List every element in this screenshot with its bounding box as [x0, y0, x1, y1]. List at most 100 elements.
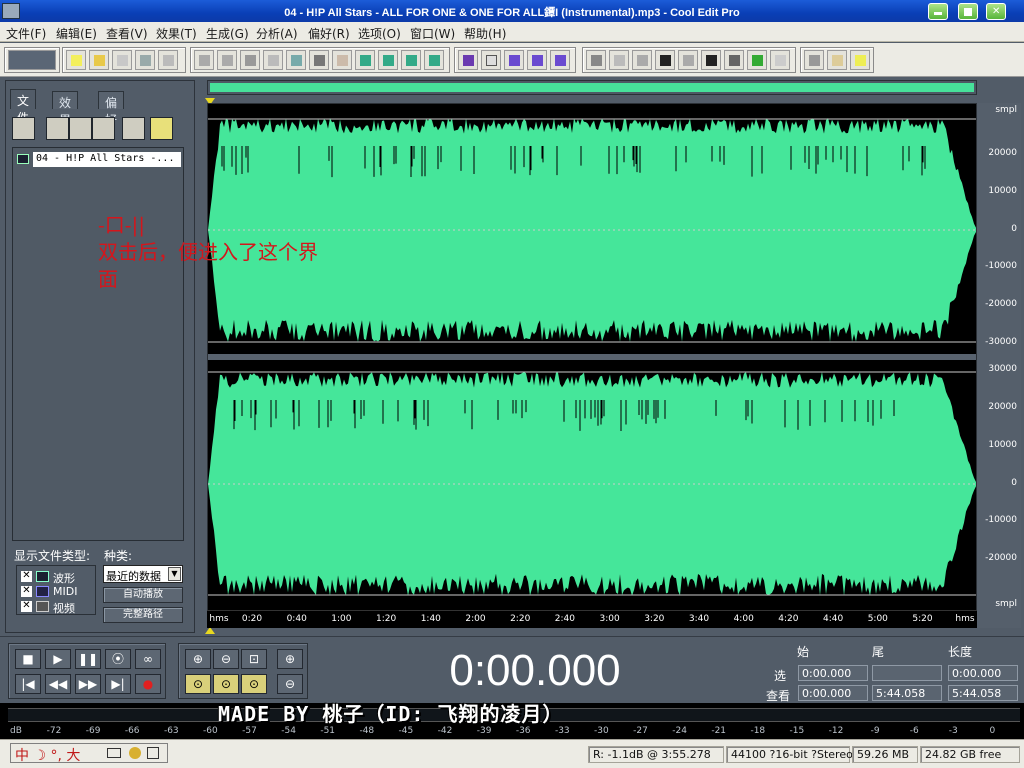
overview-bar[interactable] [207, 80, 977, 95]
menu-file[interactable]: 文件(F) [6, 25, 46, 42]
repeat-button[interactable] [240, 50, 260, 70]
minimize-button[interactable] [928, 3, 948, 20]
multitrack-toggle-button[interactable] [8, 50, 56, 70]
pause-button[interactable]: ❚❚ [75, 649, 101, 669]
go-to-end-button[interactable]: ▶| [105, 674, 131, 694]
auto-play-button[interactable]: 自动播放 [103, 587, 183, 603]
waveform-display[interactable] [207, 103, 977, 628]
zoom-out-vertical-icon[interactable]: ⊖ [277, 674, 303, 694]
zoom-in-icon[interactable]: ⊕ [185, 649, 211, 669]
menu-options[interactable]: 选项(O) [358, 25, 401, 42]
help-button[interactable] [850, 50, 870, 70]
menu-analyze[interactable]: 分析(A) [256, 25, 298, 42]
copy-button[interactable] [286, 50, 306, 70]
selection-button[interactable] [724, 50, 744, 70]
file-list[interactable]: 04 - H!P All Stars -... [12, 147, 184, 541]
keyboard-icon[interactable] [107, 748, 121, 758]
menu-view[interactable]: 查看(V) [106, 25, 148, 42]
list-item[interactable]: 04 - H!P All Stars -... [17, 152, 181, 167]
checkbox-icon[interactable]: ✕ [21, 586, 32, 597]
zoom-full-icon[interactable]: ⊡ [241, 649, 267, 669]
overview-range[interactable] [210, 83, 974, 92]
save-all-button[interactable] [158, 50, 178, 70]
menu-help[interactable]: 帮助(H) [464, 25, 506, 42]
chevron-down-icon[interactable]: ▼ [168, 567, 181, 581]
organizer-button[interactable] [586, 50, 606, 70]
selection-length-field[interactable]: 0:00.000 [948, 665, 1018, 681]
menu-effects[interactable]: 效果(T) [156, 25, 197, 42]
cut-button[interactable] [309, 50, 329, 70]
open-file-button[interactable] [89, 50, 109, 70]
time-ruler[interactable]: hms 0:20 0:40 1:00 1:20 1:40 2:00 2:20 2:40 3:00 3… [207, 610, 977, 628]
menu-favorites[interactable]: 偏好(R) [308, 25, 350, 42]
checkbox-icon[interactable]: ✕ [21, 571, 32, 582]
view-end-field[interactable]: 5:44.058 [872, 685, 942, 701]
envelope-button[interactable] [458, 50, 478, 70]
maximize-button[interactable] [958, 3, 978, 20]
menu-generate[interactable]: 生成(G) [206, 25, 249, 42]
spectral-2-button[interactable] [527, 50, 547, 70]
tab-effects[interactable]: 效果 [52, 91, 79, 127]
selection-end-field[interactable] [872, 665, 942, 681]
close-file-button[interactable] [112, 50, 132, 70]
menu-edit[interactable]: 编辑(E) [56, 25, 97, 42]
rewind-button[interactable]: ◀◀ [45, 674, 71, 694]
save-button[interactable] [135, 50, 155, 70]
ime-toolbar[interactable]: 中 ☽ °, 大 [10, 743, 168, 764]
settings-button[interactable] [804, 50, 824, 70]
find-button[interactable] [424, 50, 444, 70]
zoom-in-vertical-icon[interactable]: ⊕ [277, 649, 303, 669]
help-icon[interactable] [150, 117, 173, 140]
sort-select[interactable]: 最近的数据 ▼ [103, 565, 183, 583]
go-to-start-button[interactable]: |◀ [15, 674, 41, 694]
fast-forward-button[interactable]: ▶▶ [75, 674, 101, 694]
script-button[interactable] [827, 50, 847, 70]
tab-favorites[interactable]: 偏好 [98, 91, 125, 127]
close-button[interactable]: ✕ [986, 3, 1006, 20]
cue-list-button[interactable] [609, 50, 629, 70]
trim-button[interactable] [378, 50, 398, 70]
close-file-icon[interactable] [46, 117, 69, 140]
level-meter-button[interactable] [747, 50, 767, 70]
loop-button[interactable]: ∞ [135, 649, 161, 669]
open-folder-icon[interactable] [12, 117, 35, 140]
help-icon[interactable] [147, 747, 159, 759]
edit-file-icon[interactable] [92, 117, 115, 140]
transport-button[interactable] [655, 50, 675, 70]
checkbox-icon[interactable]: ✕ [21, 601, 32, 612]
zoom-left-icon[interactable]: ⊙ [213, 674, 239, 694]
stop-button[interactable]: ■ [15, 649, 41, 669]
menu-window[interactable]: 窗口(W) [410, 25, 455, 42]
insert-icon[interactable] [69, 117, 92, 140]
mix-paste-button[interactable] [355, 50, 375, 70]
checkbox-tool-button[interactable] [481, 50, 501, 70]
undo-button[interactable] [194, 50, 214, 70]
paste-button[interactable] [332, 50, 352, 70]
time-button[interactable] [701, 50, 721, 70]
options-icon[interactable] [122, 117, 145, 140]
play-button[interactable]: ▶ [45, 649, 71, 669]
play-list-button[interactable] [632, 50, 652, 70]
settings-icon[interactable] [129, 747, 141, 759]
tab-files[interactable]: 文件 [10, 89, 37, 125]
redo-button[interactable] [217, 50, 237, 70]
zoom-button[interactable] [678, 50, 698, 70]
snap-button[interactable] [401, 50, 421, 70]
selection-begin-field[interactable]: 0:00.000 [798, 665, 868, 681]
play-to-end-button[interactable]: ⦿ [105, 649, 131, 669]
full-path-button[interactable]: 完整路径 [103, 607, 183, 623]
sample-format-status[interactable]: 44100 ?16-bit ?Stereo [726, 746, 853, 763]
copy-to-new-button[interactable] [263, 50, 283, 70]
meter-scale-label: -24 [672, 726, 687, 736]
zoom-selection-icon[interactable]: ⊙ [185, 674, 211, 694]
view-begin-field[interactable]: 0:00.000 [798, 685, 868, 701]
end-marker-icon[interactable] [205, 627, 215, 634]
record-button[interactable]: ● [135, 674, 161, 694]
zoom-out-icon[interactable]: ⊖ [213, 649, 239, 669]
zoom-right-icon[interactable]: ⊙ [241, 674, 267, 694]
spectral-3-button[interactable] [550, 50, 570, 70]
status-bar-button[interactable] [770, 50, 790, 70]
view-length-field[interactable]: 5:44.058 [948, 685, 1018, 701]
new-file-button[interactable] [66, 50, 86, 70]
spectral-button[interactable] [504, 50, 524, 70]
